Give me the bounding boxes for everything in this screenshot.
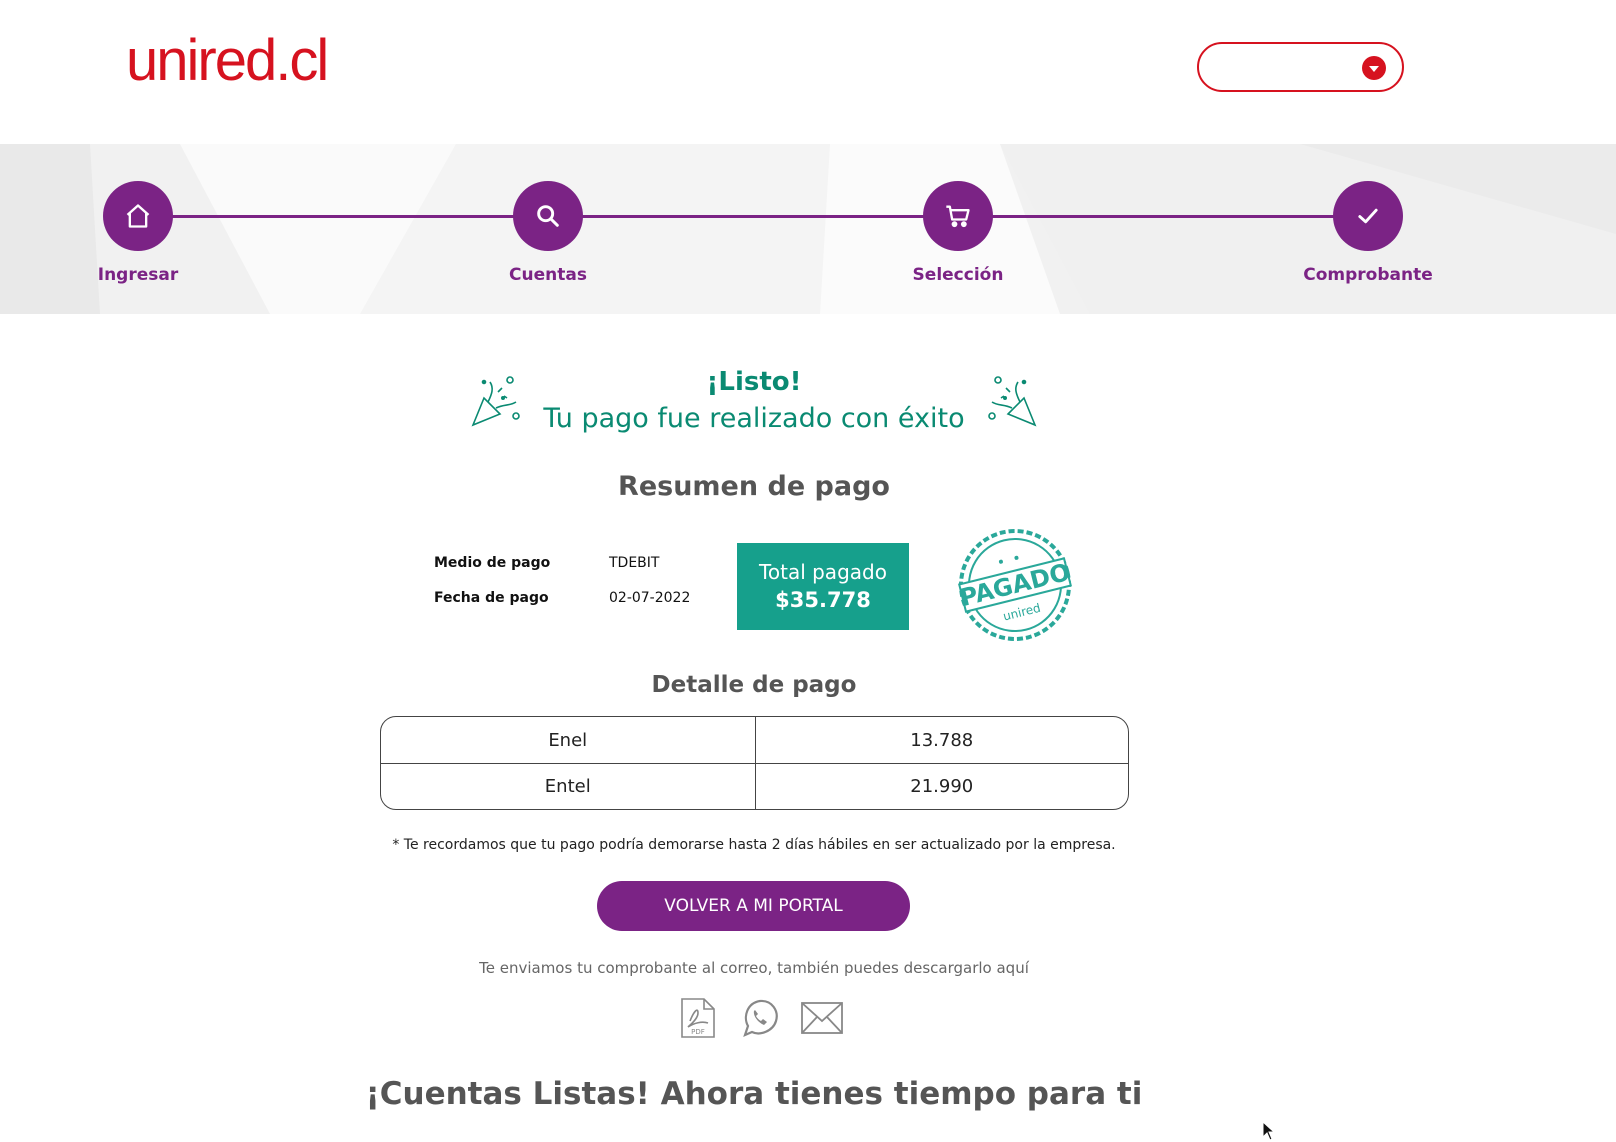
share-icons: PDF	[676, 996, 844, 1040]
processing-note: * Te recordamos que tu pago podría demor…	[392, 837, 1116, 853]
total-paid-box: Total pagado $35.778	[737, 543, 909, 630]
payment-detail-heading: Detalle de pago	[651, 672, 857, 698]
payment-receipt-page: unired.cl Ingresar Cuentas Selección Com…	[0, 0, 1616, 1142]
success-subtitle: Tu pago fue realizado con éxito	[543, 403, 965, 434]
step-label: Ingresar	[97, 265, 179, 285]
step-comprobante[interactable]: Comprobante	[1288, 181, 1448, 285]
company-cell: Entel	[544, 776, 591, 797]
company-cell: Enel	[548, 729, 588, 751]
search-icon	[513, 181, 583, 251]
unired-logo[interactable]: unired.cl	[126, 32, 329, 90]
step-label: Cuentas	[509, 265, 587, 285]
paid-stamp-icon: PAGADO unired	[957, 529, 1073, 641]
language-select[interactable]	[1197, 42, 1404, 92]
table-row: Entel 21.990	[381, 763, 1128, 809]
stamp-text: PAGADO	[957, 558, 1073, 612]
table-row: Enel 13.788	[381, 717, 1128, 763]
payment-date-label: Fecha de pago	[434, 590, 549, 606]
chevron-down-icon[interactable]	[1362, 56, 1386, 80]
step-cuentas[interactable]: Cuentas	[468, 181, 628, 285]
stepper-progress-line	[138, 215, 1368, 218]
total-paid-amount: $35.778	[775, 588, 871, 612]
cart-icon	[923, 181, 993, 251]
back-to-portal-button[interactable]: VOLVER A MI PORTAL	[597, 881, 910, 931]
payment-date-value: 02-07-2022	[609, 590, 691, 606]
send-receipt-text: Te enviamos tu comprobante al correo, ta…	[479, 959, 1029, 977]
pdf-icon[interactable]: PDF	[676, 996, 720, 1040]
step-ingresar[interactable]: Ingresar	[58, 181, 218, 285]
success-title: ¡Listo!	[706, 367, 802, 397]
step-label: Selección	[912, 265, 1004, 285]
stamp-brand: unired	[1002, 601, 1042, 624]
footer-tagline: ¡Cuentas Listas! Ahora tienes tiempo par…	[365, 1076, 1143, 1112]
check-icon	[1333, 181, 1403, 251]
payment-detail-table: Enel 13.788 Entel 21.990	[380, 716, 1129, 810]
amount-cell: 13.788	[754, 717, 1129, 763]
payment-method-value: TDEBIT	[609, 555, 660, 571]
step-seleccion[interactable]: Selección	[878, 181, 1038, 285]
email-icon[interactable]	[800, 996, 844, 1040]
payment-summary-heading: Resumen de pago	[618, 471, 890, 502]
payment-method-label: Medio de pago	[434, 555, 551, 571]
total-paid-label: Total pagado	[759, 560, 887, 584]
whatsapp-icon[interactable]	[738, 996, 782, 1040]
step-label: Comprobante	[1303, 265, 1433, 285]
mouse-cursor-icon	[1262, 1121, 1276, 1141]
svg-text:PDF: PDF	[691, 1028, 705, 1036]
home-icon	[103, 181, 173, 251]
amount-cell: 21.990	[754, 764, 1129, 809]
